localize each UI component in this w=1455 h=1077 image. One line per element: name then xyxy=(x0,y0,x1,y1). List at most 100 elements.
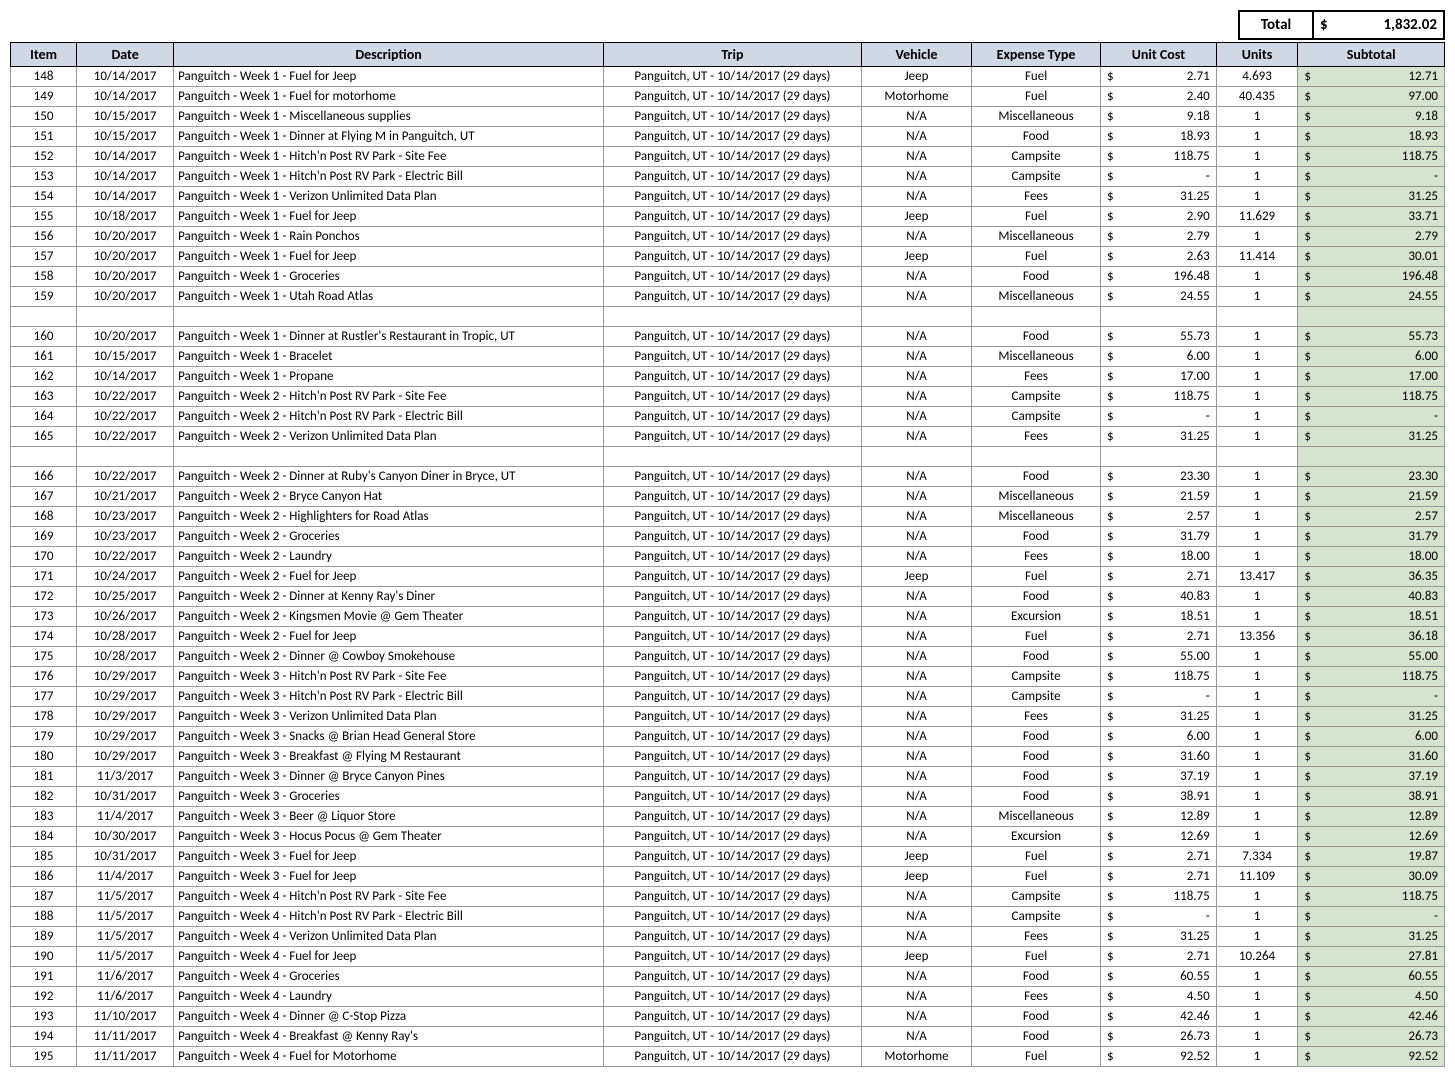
cell-trip: Panguitch, UT - 10/14/2017 (29 days) xyxy=(603,727,861,747)
total-currency: $ xyxy=(1320,16,1328,34)
cell-vehicle: N/A xyxy=(861,167,971,187)
table-row: 18811/5/2017Panguitch - Week 4 - Hitch'n… xyxy=(11,907,1445,927)
cell-unit-cost: $118.75 xyxy=(1101,147,1217,167)
cell-subtotal: $12.89 xyxy=(1298,807,1445,827)
cell-description: Panguitch - Week 3 - Verizon Unlimited D… xyxy=(174,707,604,727)
cell-units: 1 xyxy=(1216,327,1298,347)
cell-date: 11/5/2017 xyxy=(77,947,174,967)
table-row: 16710/21/2017Panguitch - Week 2 - Bryce … xyxy=(11,487,1445,507)
cell-vehicle: N/A xyxy=(861,347,971,367)
cell-expense-type: Fees xyxy=(972,707,1101,727)
cell-unit-cost: $37.19 xyxy=(1101,767,1217,787)
cell-vehicle: Jeep xyxy=(861,847,971,867)
cell-date: 11/10/2017 xyxy=(77,1007,174,1027)
cell-vehicle: N/A xyxy=(861,787,971,807)
cell-vehicle: N/A xyxy=(861,467,971,487)
cell-subtotal: $19.87 xyxy=(1298,847,1445,867)
cell-item: 177 xyxy=(11,687,77,707)
cell-date: 10/31/2017 xyxy=(77,787,174,807)
cell-description: Panguitch - Week 4 - Hitch'n Post RV Par… xyxy=(174,907,604,927)
cell-vehicle: N/A xyxy=(861,187,971,207)
cell-expense-type: Food xyxy=(972,1027,1101,1047)
cell-subtotal: $- xyxy=(1298,687,1445,707)
table-row: 18311/4/2017Panguitch - Week 3 - Beer @ … xyxy=(11,807,1445,827)
cell-expense-type: Excursion xyxy=(972,827,1101,847)
table-row: 14910/14/2017Panguitch - Week 1 - Fuel f… xyxy=(11,87,1445,107)
cell-subtotal: $31.25 xyxy=(1298,187,1445,207)
cell-expense-type: Fuel xyxy=(972,627,1101,647)
cell-trip: Panguitch, UT - 10/14/2017 (29 days) xyxy=(603,627,861,647)
table-row: 17210/25/2017Panguitch - Week 2 - Dinner… xyxy=(11,587,1445,607)
cell-subtotal: $18.00 xyxy=(1298,547,1445,567)
cell-date: 10/15/2017 xyxy=(77,107,174,127)
cell-subtotal: $17.00 xyxy=(1298,367,1445,387)
cell-vehicle: Jeep xyxy=(861,67,971,87)
cell-item: 161 xyxy=(11,347,77,367)
cell-unit-cost: $31.60 xyxy=(1101,747,1217,767)
cell-unit-cost: $26.73 xyxy=(1101,1027,1217,1047)
cell-unit-cost: $6.00 xyxy=(1101,347,1217,367)
cell-expense-type: Fuel xyxy=(972,87,1101,107)
cell-unit-cost: $- xyxy=(1101,167,1217,187)
cell-trip: Panguitch, UT - 10/14/2017 (29 days) xyxy=(603,327,861,347)
cell-units: 1 xyxy=(1216,967,1298,987)
cell-vehicle: N/A xyxy=(861,707,971,727)
cell-subtotal: $60.55 xyxy=(1298,967,1445,987)
cell-item: 159 xyxy=(11,287,77,307)
cell-units: 1 xyxy=(1216,727,1298,747)
cell-units: 1 xyxy=(1216,367,1298,387)
cell-unit-cost: $2.90 xyxy=(1101,207,1217,227)
cell-description: Panguitch - Week 1 - Fuel for Jeep xyxy=(174,207,604,227)
cell-unit-cost: $2.40 xyxy=(1101,87,1217,107)
cell-units: 1 xyxy=(1216,647,1298,667)
cell-units: 1 xyxy=(1216,127,1298,147)
cell-expense-type: Miscellaneous xyxy=(972,807,1101,827)
cell-subtotal: $18.51 xyxy=(1298,607,1445,627)
cell-description: Panguitch - Week 3 - Breakfast @ Flying … xyxy=(174,747,604,767)
cell-units: 1 xyxy=(1216,587,1298,607)
cell-trip: Panguitch, UT - 10/14/2017 (29 days) xyxy=(603,667,861,687)
cell-vehicle: N/A xyxy=(861,267,971,287)
cell-item: 157 xyxy=(11,247,77,267)
cell-description: Panguitch - Week 1 - Hitch'n Post RV Par… xyxy=(174,167,604,187)
cell-vehicle: N/A xyxy=(861,667,971,687)
cell-item: 180 xyxy=(11,747,77,767)
cell-units: 1 xyxy=(1216,407,1298,427)
cell-date: 10/23/2017 xyxy=(77,527,174,547)
cell-subtotal: $118.75 xyxy=(1298,387,1445,407)
table-row: 15310/14/2017Panguitch - Week 1 - Hitch'… xyxy=(11,167,1445,187)
cell-trip: Panguitch, UT - 10/14/2017 (29 days) xyxy=(603,287,861,307)
cell-item: 154 xyxy=(11,187,77,207)
cell-vehicle: N/A xyxy=(861,1007,971,1027)
cell-vehicle: N/A xyxy=(861,687,971,707)
cell-expense-type: Fuel xyxy=(972,847,1101,867)
cell-vehicle: N/A xyxy=(861,627,971,647)
cell-description: Panguitch - Week 2 - Groceries xyxy=(174,527,604,547)
cell-trip: Panguitch, UT - 10/14/2017 (29 days) xyxy=(603,867,861,887)
cell-item: 155 xyxy=(11,207,77,227)
cell-units: 7.334 xyxy=(1216,847,1298,867)
cell-subtotal: $118.75 xyxy=(1298,147,1445,167)
cell-unit-cost: $21.59 xyxy=(1101,487,1217,507)
cell-item: 148 xyxy=(11,67,77,87)
cell-item: 194 xyxy=(11,1027,77,1047)
cell-item: 166 xyxy=(11,467,77,487)
cell-description: Panguitch - Week 2 - Laundry xyxy=(174,547,604,567)
cell-date: 10/28/2017 xyxy=(77,647,174,667)
table-row: 19411/11/2017Panguitch - Week 4 - Breakf… xyxy=(11,1027,1445,1047)
table-row: 17010/22/2017Panguitch - Week 2 - Laundr… xyxy=(11,547,1445,567)
table-row: 17710/29/2017Panguitch - Week 3 - Hitch'… xyxy=(11,687,1445,707)
cell-vehicle: N/A xyxy=(861,547,971,567)
table-row: 16310/22/2017Panguitch - Week 2 - Hitch'… xyxy=(11,387,1445,407)
cell-description: Panguitch - Week 2 - Fuel for Jeep xyxy=(174,627,604,647)
cell-units: 1 xyxy=(1216,767,1298,787)
cell-trip: Panguitch, UT - 10/14/2017 (29 days) xyxy=(603,687,861,707)
cell-item: 185 xyxy=(11,847,77,867)
cell-units: 11.629 xyxy=(1216,207,1298,227)
table-row: 18111/3/2017Panguitch - Week 3 - Dinner … xyxy=(11,767,1445,787)
cell-expense-type: Food xyxy=(972,587,1101,607)
cell-expense-type: Campsite xyxy=(972,407,1101,427)
cell-units: 1 xyxy=(1216,927,1298,947)
cell-unit-cost: $4.50 xyxy=(1101,987,1217,1007)
col-date: Date xyxy=(77,43,174,67)
